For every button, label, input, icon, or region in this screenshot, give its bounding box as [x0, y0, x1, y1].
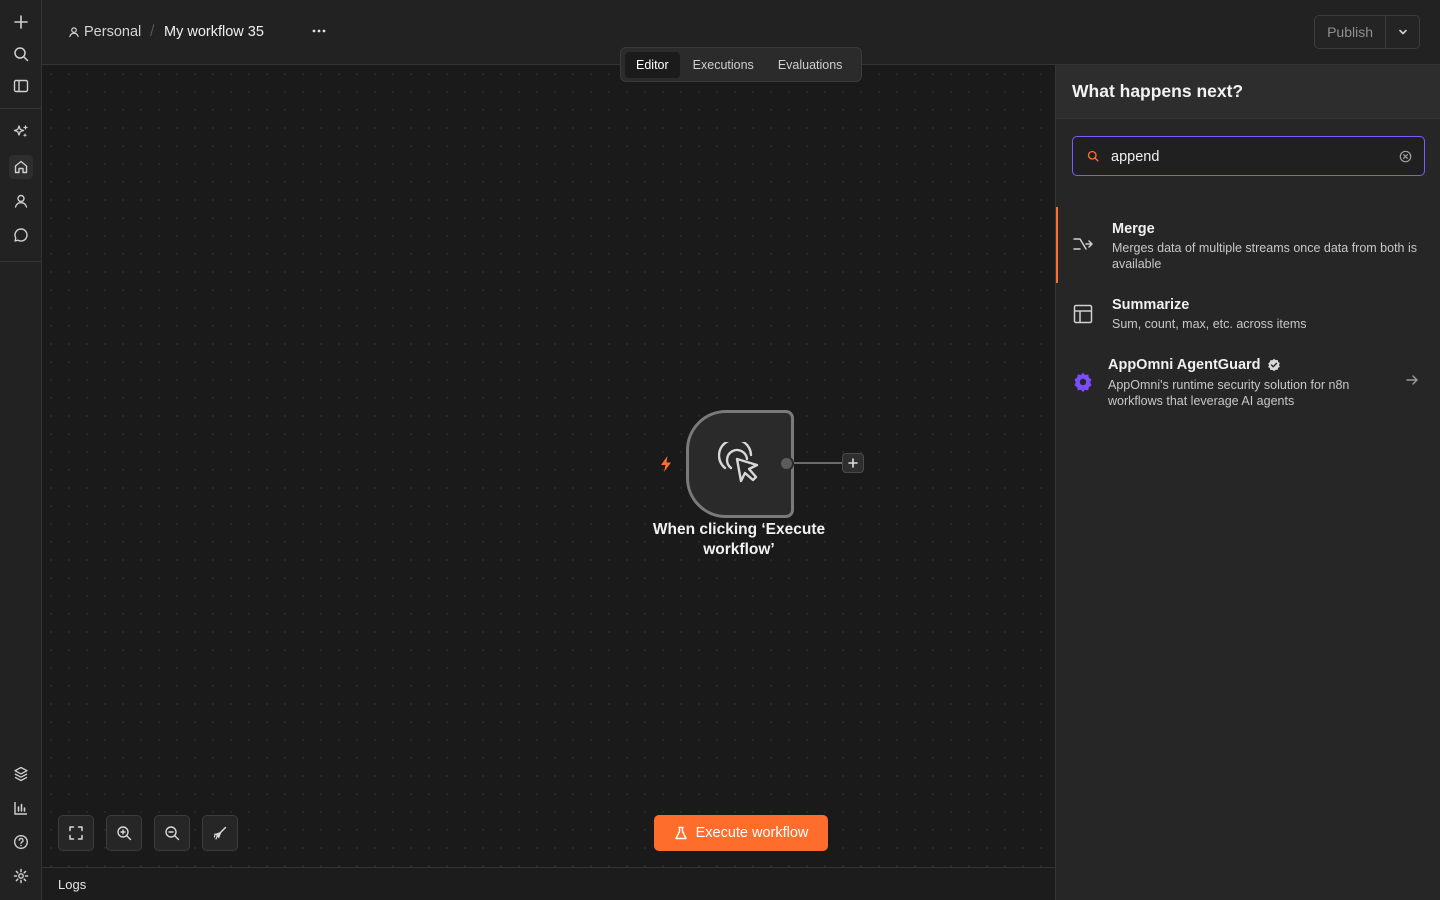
plus-icon: [848, 458, 858, 468]
view-tabs: Editor Executions Evaluations: [620, 47, 862, 82]
sparkles-icon[interactable]: [9, 120, 33, 144]
user-icon[interactable]: [9, 189, 33, 213]
zoom-in-button[interactable]: [106, 815, 142, 851]
fit-view-button[interactable]: [58, 815, 94, 851]
search-results: Merge Merges data of multiple streams on…: [1056, 207, 1440, 419]
lightning-icon: [658, 455, 674, 473]
top-header: Personal / My workflow 35 Editor Executi…: [42, 0, 1440, 82]
search-icon[interactable]: [9, 42, 33, 66]
left-rail: [0, 0, 42, 900]
result-title: Summarize: [1112, 297, 1190, 313]
project-name: Personal: [84, 24, 142, 40]
node-search-box[interactable]: [1072, 136, 1425, 176]
result-description: AppOmni's runtime security solution for …: [1108, 378, 1350, 408]
templates-icon[interactable]: [9, 762, 33, 786]
logs-label[interactable]: Logs: [58, 877, 86, 892]
tidy-up-button[interactable]: [202, 815, 238, 851]
node-creator-panel: What happens next? Merge Merges data of …: [1055, 65, 1440, 900]
clear-search-icon[interactable]: [1399, 150, 1412, 163]
more-options-button[interactable]: [308, 20, 330, 42]
panel-title: What happens next?: [1056, 65, 1440, 119]
breadcrumb-separator: /: [150, 23, 155, 40]
arrow-right-icon: [1405, 373, 1419, 387]
cursor-click-icon: [718, 442, 762, 486]
merge-icon: [1072, 233, 1094, 255]
execute-workflow-button[interactable]: Execute workflow: [654, 815, 828, 851]
plus-icon[interactable]: [9, 10, 33, 34]
publish-dropdown-button[interactable]: [1385, 16, 1419, 48]
tab-editor[interactable]: Editor: [625, 51, 680, 78]
result-item-summarize[interactable]: Summarize Sum, count, max, etc. across i…: [1056, 283, 1440, 343]
logs-bar[interactable]: Logs: [42, 867, 1055, 900]
zoom-in-icon: [116, 825, 132, 841]
result-item-merge[interactable]: Merge Merges data of multiple streams on…: [1056, 207, 1440, 283]
zoom-out-icon: [164, 825, 180, 841]
result-title-row: AppOmni AgentGuard: [1108, 357, 1281, 373]
insights-icon[interactable]: [9, 796, 33, 820]
manual-trigger-node[interactable]: [686, 410, 794, 518]
tab-executions[interactable]: Executions: [682, 52, 765, 78]
home-icon[interactable]: [9, 155, 33, 179]
user-icon: [68, 26, 80, 38]
node-output-handle[interactable]: [779, 456, 794, 471]
execute-workflow-label: Execute workflow: [695, 825, 809, 841]
settings-icon[interactable]: [9, 864, 33, 888]
result-description: Merges data of multiple streams once dat…: [1112, 241, 1418, 271]
help-icon[interactable]: [9, 830, 33, 854]
fullscreen-icon: [68, 825, 84, 841]
publish-group: Publish: [1314, 15, 1420, 49]
result-title: AppOmni AgentGuard: [1108, 357, 1261, 373]
result-title: Merge: [1112, 221, 1155, 237]
add-node-button[interactable]: [842, 453, 864, 473]
sidebar-toggle-icon[interactable]: [9, 74, 33, 98]
chat-icon[interactable]: [9, 223, 33, 247]
breadcrumb-personal[interactable]: Personal: [68, 24, 141, 40]
verified-badge-icon: [1267, 358, 1281, 372]
gear-badge-icon: [1072, 371, 1094, 393]
broom-icon: [212, 825, 228, 841]
workflow-name[interactable]: My workflow 35: [164, 24, 264, 40]
publish-button[interactable]: Publish: [1315, 16, 1385, 48]
connection-line: [794, 462, 842, 464]
flask-icon: [674, 826, 688, 840]
chevron-down-icon: [1397, 26, 1409, 38]
zoom-out-button[interactable]: [154, 815, 190, 851]
result-item-appomni-agentguard[interactable]: AppOmni AgentGuard AppOmni's runtime sec…: [1056, 343, 1440, 419]
workflow-canvas[interactable]: When clicking ‘Execute workflow’ Execute…: [42, 65, 1055, 867]
tab-evaluations[interactable]: Evaluations: [767, 52, 854, 78]
table-icon: [1072, 303, 1094, 325]
result-description: Sum, count, max, etc. across items: [1112, 317, 1307, 331]
search-icon: [1087, 150, 1099, 162]
node-label: When clicking ‘Execute workflow’: [652, 521, 826, 558]
node-search-input[interactable]: [1111, 146, 1391, 168]
